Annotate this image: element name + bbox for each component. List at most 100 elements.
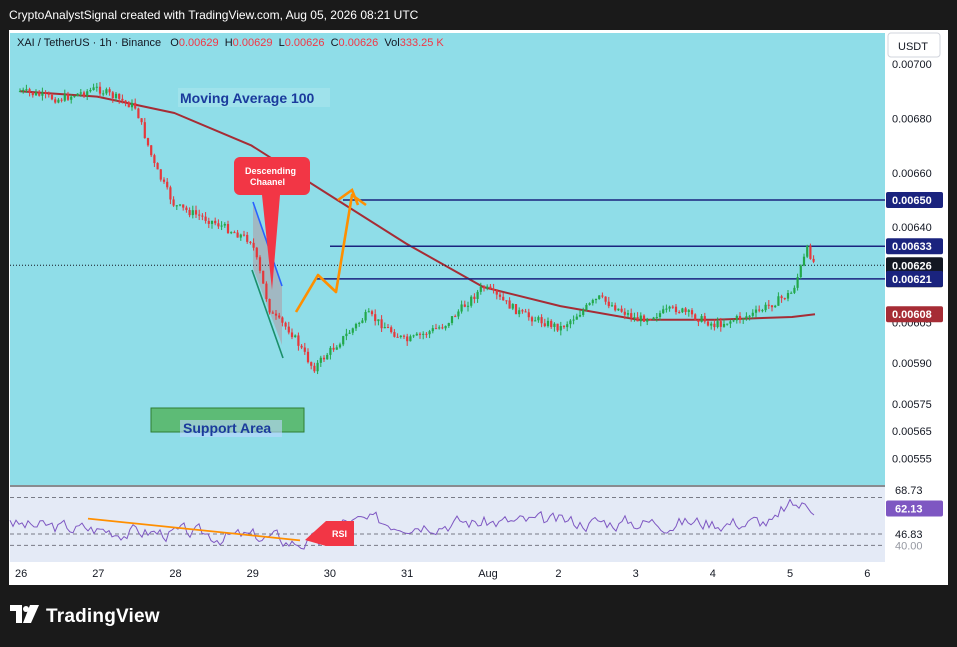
- candle-body: [18, 91, 22, 93]
- candle-body: [662, 309, 665, 314]
- candle-body: [678, 312, 681, 314]
- candle-body: [377, 319, 380, 322]
- x-tick-label: 30: [324, 568, 336, 580]
- candle-body: [134, 102, 137, 109]
- candle-body: [358, 322, 361, 324]
- y-tick-label: 0.00660: [892, 168, 932, 180]
- candle-body: [146, 138, 150, 146]
- candle-body: [66, 94, 70, 100]
- candle-body: [364, 312, 367, 321]
- candle-body: [95, 86, 98, 88]
- candle-body: [415, 333, 418, 336]
- candle-body: [153, 155, 156, 164]
- high-label: H: [224, 37, 233, 49]
- candle-body: [399, 335, 402, 337]
- candle-body: [188, 210, 191, 216]
- candle-body: [630, 313, 633, 319]
- candle-body: [694, 314, 697, 320]
- candle-body: [774, 305, 777, 308]
- candle-body: [118, 93, 121, 99]
- candle-body: [498, 294, 502, 297]
- candle-body: [396, 336, 399, 338]
- candle-body: [553, 323, 556, 327]
- candle-body: [463, 304, 466, 307]
- candle-body: [130, 102, 134, 108]
- candle-body: [540, 317, 543, 324]
- chart-canvas[interactable]: USDT0.007000.006800.006600.006400.006050…: [0, 0, 957, 647]
- candle-body: [649, 319, 652, 321]
- candle-body: [793, 287, 796, 293]
- candle-body: [326, 354, 329, 360]
- ma-label: Moving Average 100: [180, 90, 315, 106]
- candle-body: [729, 321, 732, 324]
- candle-body: [390, 327, 393, 333]
- candle-body: [591, 300, 594, 304]
- candle-body: [524, 311, 527, 313]
- candle-body: [137, 108, 140, 119]
- candle-body: [764, 304, 767, 311]
- candle-body: [28, 89, 31, 93]
- candle-body: [57, 99, 60, 103]
- candle-body: [518, 310, 521, 315]
- candle-body: [239, 234, 242, 238]
- candle-body: [361, 320, 364, 323]
- support-label: Support Area: [183, 420, 271, 436]
- candle-body: [710, 323, 713, 326]
- candle-body: [124, 100, 127, 103]
- price-pane[interactable]: [10, 33, 885, 485]
- x-tick-label: 29: [247, 568, 259, 580]
- candle-body: [191, 210, 194, 216]
- y-tick-label: 0.00700: [892, 59, 932, 71]
- candle-body: [108, 89, 111, 93]
- candle-body: [665, 308, 668, 310]
- candle-body: [470, 296, 473, 306]
- candle-body: [473, 296, 476, 299]
- candle-body: [626, 313, 630, 315]
- y-tick-label: 0.00590: [892, 358, 932, 370]
- candle-body: [105, 89, 108, 94]
- candle-body: [102, 93, 105, 95]
- x-tick-label: 31: [401, 568, 413, 580]
- candle-body: [284, 322, 287, 327]
- candle-body: [511, 304, 514, 309]
- candle-body: [614, 305, 617, 311]
- candle-body: [713, 323, 716, 328]
- candle-body: [185, 207, 188, 211]
- candle-body: [47, 93, 50, 95]
- candle-body: [230, 232, 233, 234]
- price-tag-value: 0.00650: [892, 195, 932, 207]
- candle-body: [172, 199, 175, 206]
- candle-body: [422, 333, 425, 335]
- candle-body: [546, 320, 550, 327]
- candle-body: [607, 301, 610, 307]
- candle-body: [450, 316, 454, 324]
- candle-body: [687, 310, 690, 312]
- candle-body: [198, 214, 201, 216]
- candle-body: [335, 347, 338, 350]
- candle-body: [588, 303, 591, 305]
- candle-body: [114, 93, 118, 99]
- candle-body: [726, 323, 729, 325]
- time-scale[interactable]: [10, 562, 885, 584]
- candle-body: [223, 223, 226, 226]
- candle-body: [313, 365, 316, 372]
- candle-body: [166, 181, 169, 188]
- candle-body: [572, 319, 575, 321]
- candle-body: [466, 305, 470, 307]
- symbol-pair[interactable]: XAI / TetherUS · 1h · Binance: [17, 37, 161, 49]
- candle-body: [44, 92, 47, 94]
- candle-body: [175, 205, 178, 207]
- brand-name: TradingView: [46, 606, 160, 628]
- close-label: C: [330, 37, 339, 49]
- candle-body: [89, 90, 92, 92]
- candle-body: [217, 223, 220, 227]
- candle-body: [140, 118, 143, 123]
- candle-body: [604, 296, 607, 302]
- candle-body: [236, 232, 239, 238]
- candle-body: [60, 99, 63, 101]
- candle-body: [22, 89, 25, 92]
- candle-body: [438, 327, 441, 329]
- rsi-tick-label: 40.00: [895, 540, 923, 552]
- candle-body: [249, 241, 252, 243]
- candle-body: [508, 300, 511, 309]
